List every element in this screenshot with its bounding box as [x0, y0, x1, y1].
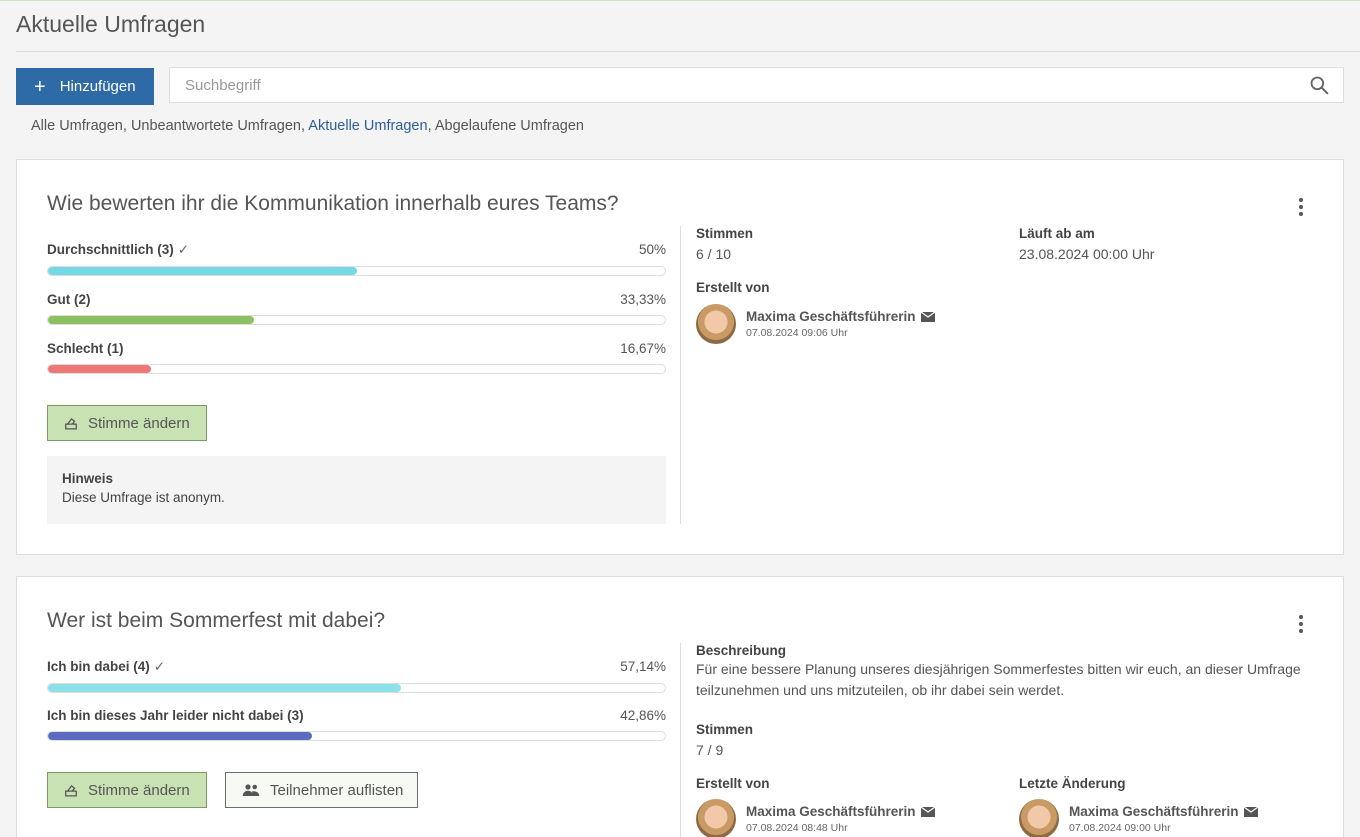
list-participants-button[interactable]: Teilnehmer auflisten [225, 772, 418, 808]
option-label: Ich bin dabei (4) [47, 659, 150, 674]
poll-option[interactable]: Durchschnittlich (3) ✓ 50% [47, 242, 666, 276]
title-divider [16, 51, 1360, 52]
mail-icon[interactable] [920, 806, 935, 817]
poll-option[interactable]: Ich bin dabei (4) ✓ 57,14% [47, 659, 666, 693]
filter-expired-polls[interactable]: Abgelaufene Umfragen [435, 118, 584, 134]
search-icon[interactable] [1309, 75, 1329, 95]
poll-question: Wie bewerten ihr die Kommunikation inner… [47, 192, 619, 215]
created-date: 07.08.2024 09:06 Uhr [746, 327, 848, 339]
option-progress-bar [47, 266, 666, 276]
option-progress-bar [47, 683, 666, 693]
filter-all-polls[interactable]: Alle Umfragen [31, 118, 123, 134]
creator-name[interactable]: Maxima Geschäftsführerin [746, 804, 916, 819]
filter-current-polls[interactable]: Aktuelle Umfragen [308, 118, 427, 134]
mail-icon[interactable] [920, 311, 935, 322]
more-vertical-icon[interactable] [1297, 198, 1305, 218]
add-button-label: Hinzufügen [59, 78, 136, 95]
description-text: Für eine bessere Planung unseres diesjäh… [696, 661, 1301, 698]
option-progress-fill [48, 267, 357, 275]
votes-value: 7 / 9 [696, 742, 724, 758]
description-label: Beschreibung [696, 643, 787, 658]
expires-label: Läuft ab am [1019, 226, 1095, 241]
change-vote-button[interactable]: Stimme ändern [47, 772, 207, 808]
column-divider [680, 226, 681, 524]
last-editor-name[interactable]: Maxima Geschäftsführerin [1069, 804, 1239, 819]
creator: Maxima Geschäftsführerin 07.08.2024 09:0… [696, 304, 935, 344]
search-box [169, 67, 1344, 103]
option-progress-fill [48, 684, 401, 692]
change-vote-label: Stimme ändern [88, 781, 190, 799]
option-progress-bar [47, 731, 666, 741]
poll-option[interactable]: Gut (2) 33,33% [47, 292, 666, 325]
expires-value: 23.08.2024 00:00 Uhr [1019, 246, 1155, 262]
option-percent: 42,86% [620, 708, 666, 723]
check-icon: ✓ [177, 242, 190, 257]
votes-label: Stimmen [696, 722, 754, 737]
people-icon [242, 784, 260, 796]
option-label: Gut (2) [47, 292, 91, 307]
avatar[interactable] [1019, 799, 1059, 837]
last-change-date: 07.08.2024 09:00 Uhr [1069, 822, 1171, 834]
filter-links: Alle Umfragen, Unbeantwortete Umfragen, … [31, 118, 584, 134]
option-label: Schlecht (1) [47, 341, 124, 356]
description-info: Beschreibung Für eine bessere Planung un… [696, 643, 1306, 701]
hint-text: Diese Umfrage ist anonym. [62, 490, 225, 505]
ballot-icon [65, 418, 77, 430]
created-date: 07.08.2024 08:48 Uhr [746, 822, 848, 834]
option-percent: 50% [638, 242, 666, 257]
poll-option[interactable]: Ich bin dieses Jahr leider nicht dabei (… [47, 708, 666, 741]
list-participants-label: Teilnehmer auflisten [270, 781, 404, 799]
last-editor: Maxima Geschäftsführerin 07.08.2024 09:0… [1019, 799, 1258, 837]
option-progress-fill [48, 316, 254, 324]
poll-card: Wie bewerten ihr die Kommunikation inner… [16, 159, 1344, 555]
avatar[interactable] [696, 304, 736, 344]
creator: Maxima Geschäftsführerin 07.08.2024 08:4… [696, 799, 935, 837]
option-progress-bar [47, 315, 666, 325]
hint-box: Hinweis Diese Umfrage ist anonym. [47, 456, 666, 524]
poll-question: Wer ist beim Sommerfest mit dabei? [47, 609, 386, 632]
votes-label: Stimmen [696, 226, 754, 241]
votes-info: Stimmen 7 / 9 [696, 722, 753, 758]
search-input[interactable] [170, 68, 1270, 102]
more-vertical-icon[interactable] [1297, 615, 1305, 635]
votes-value: 6 / 10 [696, 246, 732, 262]
option-progress-bar [47, 364, 666, 374]
page-title: Aktuelle Umfragen [16, 11, 206, 37]
poll-option[interactable]: Schlecht (1) 16,67% [47, 341, 666, 374]
creator-name[interactable]: Maxima Geschäftsführerin [746, 309, 916, 324]
option-label: Durchschnittlich (3) [47, 242, 174, 257]
option-label: Ich bin dieses Jahr leider nicht dabei (… [47, 708, 304, 723]
votes-info: Stimmen 6 / 10 [696, 226, 753, 262]
filter-unanswered-polls[interactable]: Unbeantwortete Umfragen [131, 118, 301, 134]
add-button[interactable]: + Hinzufügen [16, 68, 154, 105]
column-divider [680, 643, 681, 837]
hint-title: Hinweis [62, 471, 114, 486]
change-vote-label: Stimme ändern [88, 414, 190, 432]
last-change-label: Letzte Änderung [1019, 776, 1126, 796]
change-vote-button[interactable]: Stimme ändern [47, 405, 207, 441]
created-by-label-text: Erstellt von [696, 280, 770, 295]
option-percent: 57,14% [620, 659, 666, 674]
created-by-label: Erstellt von [696, 280, 770, 300]
option-percent: 16,67% [620, 341, 666, 356]
avatar[interactable] [696, 799, 736, 837]
ballot-icon [65, 785, 77, 797]
option-percent: 33,33% [620, 292, 666, 307]
created-by-label-text: Erstellt von [696, 776, 770, 791]
last-change-label-text: Letzte Änderung [1019, 776, 1126, 791]
created-by-label: Erstellt von [696, 776, 770, 796]
expires-info: Läuft ab am 23.08.2024 00:00 Uhr [1019, 226, 1154, 262]
check-icon: ✓ [153, 659, 166, 674]
mail-icon[interactable] [1243, 806, 1258, 817]
plus-icon: + [34, 75, 46, 98]
option-progress-fill [48, 732, 313, 740]
poll-card: Wer ist beim Sommerfest mit dabei? Ich b… [16, 576, 1344, 837]
option-progress-fill [48, 365, 151, 373]
